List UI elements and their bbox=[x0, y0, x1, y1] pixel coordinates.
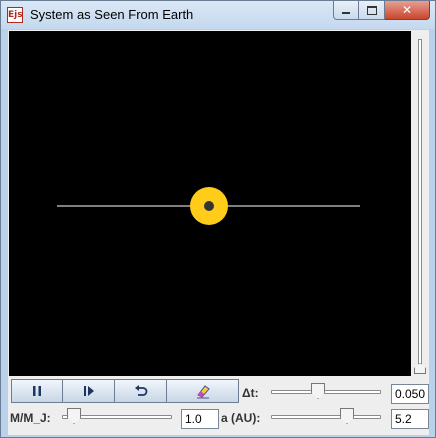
semimajor-axis-slider-thumb[interactable] bbox=[340, 408, 354, 424]
window-controls: ✕ bbox=[333, 1, 430, 21]
maximize-icon bbox=[366, 5, 377, 15]
close-button[interactable]: ✕ bbox=[385, 1, 430, 20]
pause-icon bbox=[33, 386, 41, 396]
mass-slider-thumb[interactable] bbox=[67, 408, 81, 424]
title-bar[interactable]: Ejs System as Seen From Earth ✕ bbox=[1, 1, 435, 29]
dt-label: Δt: bbox=[242, 386, 259, 400]
dt-slider-track bbox=[271, 390, 381, 394]
app-window: Ejs System as Seen From Earth ✕ Δt: 0.05… bbox=[0, 0, 436, 438]
mass-slider[interactable] bbox=[62, 407, 172, 427]
step-icon bbox=[83, 386, 94, 396]
playback-toolbar bbox=[11, 379, 239, 403]
semimajor-axis-field[interactable]: 5.2 bbox=[391, 409, 429, 429]
mass-field[interactable]: 1.0 bbox=[181, 409, 219, 429]
simulation-drawing bbox=[57, 187, 360, 225]
eraser-icon bbox=[196, 385, 210, 399]
clear-trail-button[interactable] bbox=[167, 379, 239, 403]
mass-label: M/M_J: bbox=[10, 411, 51, 425]
dt-field[interactable]: 0.050 bbox=[391, 384, 429, 404]
zoom-slider-vertical[interactable] bbox=[412, 31, 428, 376]
minimize-button[interactable] bbox=[333, 1, 359, 20]
window-title: System as Seen From Earth bbox=[30, 7, 194, 22]
reset-button[interactable] bbox=[115, 379, 167, 403]
close-icon: ✕ bbox=[401, 3, 413, 17]
dt-slider[interactable] bbox=[271, 382, 381, 402]
semimajor-axis-label: a (AU): bbox=[221, 411, 261, 425]
semimajor-axis-slider-track bbox=[271, 415, 381, 419]
pause-button[interactable] bbox=[11, 379, 63, 403]
maximize-button[interactable] bbox=[359, 1, 385, 20]
step-button[interactable] bbox=[63, 379, 115, 403]
semimajor-axis-slider[interactable] bbox=[271, 407, 381, 427]
main-panel: Δt: 0.050 M/M_J: 1.0 a (AU): 5.2 bbox=[8, 30, 429, 435]
simulation-view[interactable] bbox=[9, 31, 411, 376]
ejs-app-icon: Ejs bbox=[7, 7, 23, 23]
dt-slider-thumb[interactable] bbox=[311, 383, 325, 399]
vertical-slider-thumb[interactable] bbox=[414, 363, 426, 374]
minimize-icon bbox=[342, 11, 350, 14]
planet-dot bbox=[204, 201, 214, 211]
vertical-slider-track bbox=[418, 39, 422, 367]
reset-icon bbox=[134, 385, 147, 396]
